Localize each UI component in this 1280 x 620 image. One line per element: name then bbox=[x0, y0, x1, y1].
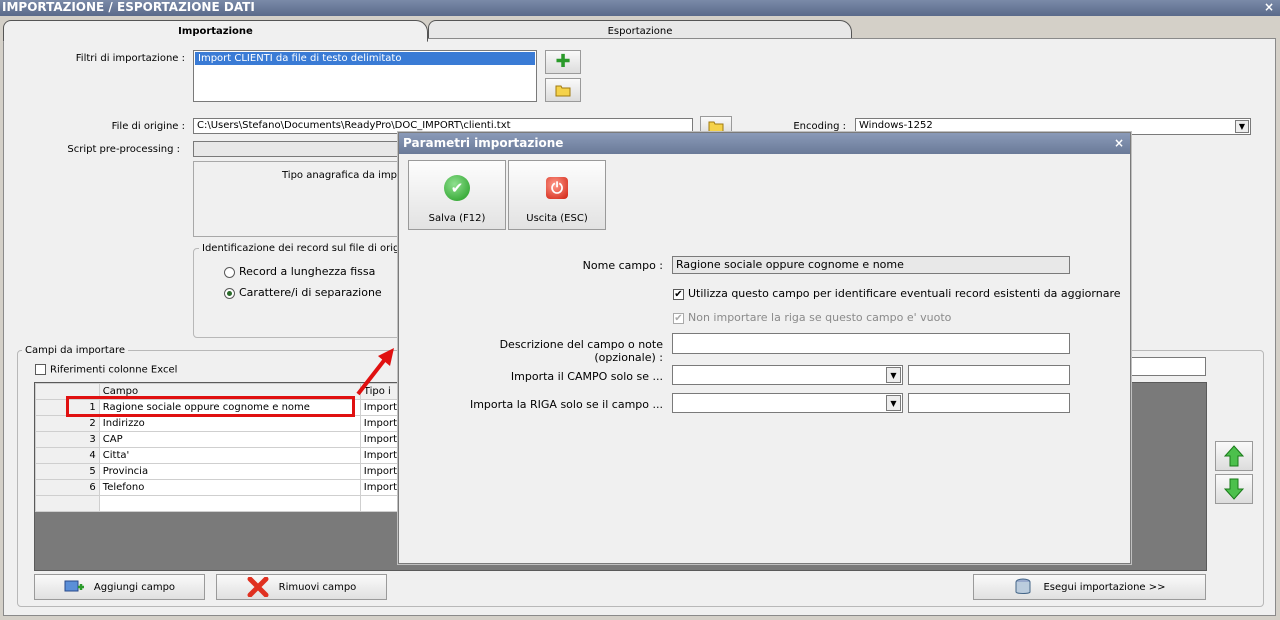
row-campo[interactable] bbox=[98, 495, 361, 512]
import-field-condition-value[interactable] bbox=[908, 365, 1070, 385]
table-row[interactable]: 3 CAP Import bbox=[35, 431, 402, 448]
row-number: 6 bbox=[35, 479, 100, 496]
import-field-if-label: Importa il CAMPO solo se ... bbox=[510, 370, 663, 383]
save-button-label: Salva (F12) bbox=[428, 213, 486, 224]
encoding-value: Windows-1252 bbox=[859, 120, 933, 131]
window-title: IMPORTAZIONE / ESPORTAZIONE DATI bbox=[2, 0, 255, 14]
red-x-icon bbox=[247, 577, 269, 597]
highlight-box bbox=[66, 396, 355, 417]
dialog-title-bar: Parametri importazione × bbox=[399, 133, 1130, 154]
checkmark-icon: ✔ bbox=[444, 175, 470, 201]
arrow-down-icon bbox=[1224, 478, 1244, 500]
exit-button-label: Uscita (ESC) bbox=[526, 213, 588, 224]
row-campo[interactable]: Telefono bbox=[98, 479, 361, 496]
table-row[interactable]: 2 Indirizzo Import bbox=[35, 415, 402, 432]
script-input[interactable] bbox=[193, 141, 403, 157]
identify-label: Utilizza questo campo per identificare e… bbox=[688, 287, 1121, 300]
dialog-close-button[interactable]: × bbox=[1114, 133, 1124, 154]
run-import-label: Esegui importazione >> bbox=[1043, 581, 1166, 593]
chevron-down-icon[interactable]: ▼ bbox=[886, 395, 901, 411]
record-id-group-title: Identificazione dei record sul file di o… bbox=[199, 243, 418, 254]
checkbox-checked-icon[interactable]: ✔ bbox=[673, 288, 684, 300]
move-down-button[interactable] bbox=[1215, 474, 1253, 504]
description-label: Descrizione del campo o note (opzionale)… bbox=[499, 338, 663, 364]
encoding-label: Encoding : bbox=[793, 121, 846, 132]
window-close-button[interactable]: × bbox=[1264, 0, 1274, 15]
tab-importazione[interactable]: Importazione bbox=[3, 20, 428, 42]
folder-icon bbox=[555, 85, 571, 96]
arrow-up-icon bbox=[1224, 445, 1244, 467]
import-row-if-label: Importa la RIGA solo se il campo ... bbox=[469, 398, 663, 411]
table-row[interactable]: 6 Telefono Import bbox=[35, 479, 402, 496]
filters-list[interactable]: Import CLIENTI da file di testo delimita… bbox=[193, 50, 537, 102]
row-tipo[interactable]: Import bbox=[359, 463, 402, 480]
row-tipo[interactable]: Import bbox=[359, 431, 402, 448]
parameters-dialog: Parametri importazione × ✔ Salva (F12) ⏻… bbox=[398, 132, 1131, 564]
add-field-label: Aggiungi campo bbox=[93, 581, 176, 593]
move-up-button[interactable] bbox=[1215, 441, 1253, 471]
import-row-condition-value[interactable] bbox=[908, 393, 1070, 413]
row-tipo[interactable]: Import bbox=[359, 415, 402, 432]
right-field[interactable] bbox=[1128, 357, 1206, 376]
row-number: 2 bbox=[35, 415, 100, 432]
run-import-button[interactable]: Esegui importazione >> bbox=[973, 574, 1206, 600]
radio-separator[interactable]: Carattere/i di separazione bbox=[224, 286, 382, 299]
row-number: 4 bbox=[35, 447, 100, 464]
row-number bbox=[35, 495, 100, 512]
row-campo[interactable]: CAP bbox=[98, 431, 361, 448]
remove-field-button[interactable]: Rimuovi campo bbox=[216, 574, 387, 600]
table-row[interactable]: 4 Citta' Import bbox=[35, 447, 402, 464]
identify-checkbox[interactable]: ✔ Utilizza questo campo per identificare … bbox=[673, 287, 1121, 300]
row-number: 5 bbox=[35, 463, 100, 480]
add-filter-button[interactable]: ✚ bbox=[545, 50, 581, 74]
annotation-arrow-icon bbox=[356, 348, 394, 396]
row-campo[interactable]: Citta' bbox=[98, 447, 361, 464]
exit-button[interactable]: ⏻ Uscita (ESC) bbox=[508, 160, 606, 230]
chevron-down-icon[interactable]: ▼ bbox=[886, 367, 901, 383]
checkbox-disabled-icon[interactable]: ✔ bbox=[673, 312, 684, 324]
save-button[interactable]: ✔ Salva (F12) bbox=[408, 160, 506, 230]
add-field-icon bbox=[64, 580, 84, 592]
fields-group-title: Campi da importare bbox=[22, 345, 128, 356]
skip-empty-label: Non importare la riga se questo campo e'… bbox=[688, 311, 952, 324]
table-row[interactable]: 5 Provincia Import bbox=[35, 463, 402, 480]
excel-refs-checkbox[interactable]: Riferimenti colonne Excel bbox=[35, 364, 177, 376]
window-title-bar: IMPORTAZIONE / ESPORTAZIONE DATI × bbox=[0, 0, 1280, 16]
source-file-label: File di origine : bbox=[111, 121, 185, 132]
chevron-down-icon[interactable]: ▼ bbox=[1235, 120, 1249, 133]
script-label: Script pre-processing : bbox=[67, 144, 180, 155]
power-icon: ⏻ bbox=[546, 177, 568, 199]
filters-list-item[interactable]: Import CLIENTI da file di testo delimita… bbox=[195, 52, 535, 65]
import-row-condition-select[interactable]: ▼ bbox=[672, 393, 903, 413]
field-name-value: Ragione sociale oppure cognome e nome bbox=[672, 256, 1070, 274]
skip-empty-checkbox[interactable]: ✔ Non importare la riga se questo campo e… bbox=[673, 311, 951, 324]
row-tipo[interactable]: Import bbox=[359, 479, 402, 496]
folder-icon bbox=[708, 121, 724, 132]
plus-icon: ✚ bbox=[555, 51, 571, 72]
radio-fixed-length[interactable]: Record a lunghezza fissa bbox=[224, 265, 375, 278]
radio-fixed-length-label: Record a lunghezza fissa bbox=[239, 265, 376, 278]
tipo-anagrafica-box: Tipo anagrafica da importa bbox=[193, 161, 417, 237]
row-campo[interactable]: Indirizzo bbox=[98, 415, 361, 432]
row-tipo[interactable]: Import bbox=[359, 399, 402, 416]
row-campo[interactable]: Provincia bbox=[98, 463, 361, 480]
dialog-title: Parametri importazione bbox=[403, 136, 564, 150]
import-field-condition-select[interactable]: ▼ bbox=[672, 365, 903, 385]
checkbox-icon[interactable] bbox=[35, 364, 46, 375]
field-name-label: Nome campo : bbox=[582, 259, 663, 272]
description-input[interactable] bbox=[672, 333, 1070, 354]
radio-icon[interactable] bbox=[224, 266, 235, 278]
table-row-empty[interactable] bbox=[35, 495, 402, 512]
database-icon bbox=[1015, 578, 1031, 594]
radio-separator-label: Carattere/i di separazione bbox=[239, 286, 382, 299]
filters-label: Filtri di importazione : bbox=[75, 53, 185, 64]
add-field-button[interactable]: Aggiungi campo bbox=[34, 574, 205, 600]
row-tipo[interactable]: Import bbox=[359, 447, 402, 464]
excel-refs-label: Riferimenti colonne Excel bbox=[50, 364, 178, 376]
radio-selected-icon[interactable] bbox=[224, 287, 235, 299]
remove-field-label: Rimuovi campo bbox=[278, 581, 357, 593]
row-tipo[interactable] bbox=[359, 495, 402, 512]
open-filter-button[interactable] bbox=[545, 78, 581, 102]
row-number: 3 bbox=[35, 431, 100, 448]
